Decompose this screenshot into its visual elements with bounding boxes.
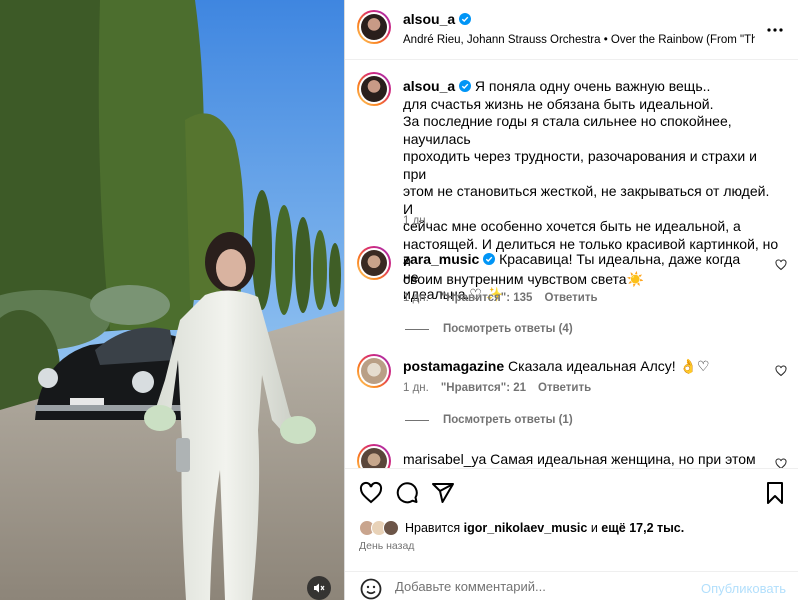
comment-avatar[interactable]	[357, 354, 391, 388]
comment-meta: 1 дн. "Нравится": 21 Ответить	[403, 382, 591, 394]
caption-line: сейчас мне особенно хочется быть не идеа…	[403, 218, 741, 234]
comment-like-icon[interactable]	[775, 365, 787, 377]
caption-line: Я поняла одну очень важную вещь..	[474, 78, 711, 94]
verified-icon	[459, 80, 472, 92]
comment-meta: 1 дн. "Нравится": 135 Ответить	[403, 292, 598, 304]
comment-username[interactable]: marisabel_ya	[403, 451, 486, 467]
caption-username[interactable]: alsou_a	[403, 78, 455, 94]
post-photo	[0, 0, 344, 600]
caption-meta: 1 дн.	[403, 215, 429, 227]
post-header: alsou_a André Rieu, Johann Strauss Orche…	[345, 0, 798, 60]
view-replies-button[interactable]: Посмотреть ответы (4)	[405, 323, 573, 335]
avatar[interactable]	[357, 10, 391, 44]
heart-icon[interactable]	[359, 481, 383, 505]
comment-time[interactable]: 1 дн.	[403, 292, 429, 304]
comment-username[interactable]: zara_music	[403, 251, 479, 267]
comment-time[interactable]: 1 дн.	[403, 382, 429, 394]
replies-divider	[405, 419, 429, 421]
reply-button[interactable]: Ответить	[538, 382, 591, 394]
verified-icon	[459, 13, 472, 25]
comment-like-icon[interactable]	[775, 259, 787, 271]
music-attribution[interactable]: André Rieu, Johann Strauss Orchestra • O…	[403, 34, 755, 46]
caption-line: для счастья жизнь не обязана быть идеаль…	[403, 95, 714, 112]
likes-prefix: Нравится	[405, 521, 461, 535]
likes-summary[interactable]: Нравится igor_nikolaev_music и ещё 17,2 …	[359, 516, 684, 540]
comment-avatar[interactable]	[357, 444, 391, 468]
post-media[interactable]	[0, 0, 344, 600]
caption-line: проходить через трудности, разочарования…	[403, 148, 757, 182]
comment-likes[interactable]: "Нравится": 21	[441, 382, 526, 394]
comment-likes[interactable]: "Нравится": 135	[441, 292, 533, 304]
view-replies-label[interactable]: Посмотреть ответы (4)	[443, 323, 573, 335]
comment-body: Сказала идеальная Алсу! 👌♡	[508, 358, 710, 374]
more-options-button[interactable]	[763, 20, 787, 40]
post-comment-button[interactable]: Опубликовать	[701, 581, 786, 596]
action-bar	[345, 468, 798, 516]
post-panel: alsou_a André Rieu, Johann Strauss Orche…	[344, 0, 798, 600]
emoji-icon[interactable]	[359, 577, 383, 600]
add-comment-bar: Опубликовать	[345, 571, 798, 600]
post-date[interactable]: День назад	[359, 540, 414, 552]
comment-username[interactable]: postamagazine	[403, 358, 504, 374]
bookmark-icon[interactable]	[763, 481, 787, 505]
mute-icon	[314, 583, 325, 593]
comment-text: postamagazine Сказала идеальная Алсу! 👌♡	[403, 358, 763, 376]
replies-divider	[405, 328, 429, 330]
liker-avatar	[383, 520, 399, 536]
caption-line: этом не становиться жесткой, не закрыват…	[403, 183, 770, 217]
caption-time[interactable]: 1 дн.	[403, 215, 429, 227]
view-replies-label[interactable]: Посмотреть ответы (1)	[443, 414, 573, 426]
comment-avatar[interactable]	[357, 246, 391, 280]
post-author-username[interactable]: alsou_a	[403, 11, 455, 27]
more-icon	[767, 28, 783, 32]
caption-avatar[interactable]	[357, 72, 391, 106]
liker-avatars	[359, 520, 399, 536]
caption-line: За последние годы я стала сильнее но спо…	[403, 113, 732, 147]
comment-icon[interactable]	[395, 481, 419, 505]
comment-input[interactable]	[395, 579, 695, 594]
mute-button[interactable]	[307, 576, 331, 600]
post-author[interactable]: alsou_a	[403, 11, 472, 27]
share-icon[interactable]	[431, 481, 455, 505]
comment-text: marisabel_ya Самая идеальная женщина, но…	[403, 451, 763, 468]
likes-user[interactable]: igor_nikolaev_music	[464, 521, 588, 535]
comment-like-icon[interactable]	[775, 458, 787, 468]
reply-button[interactable]: Ответить	[544, 292, 597, 304]
view-replies-button[interactable]: Посмотреть ответы (1)	[405, 414, 573, 426]
likes-others[interactable]: ещё 17,2 тыс.	[601, 521, 684, 535]
verified-icon	[483, 253, 496, 265]
comments-section[interactable]: alsou_a Я поняла одну очень важную вещь.…	[345, 60, 798, 468]
likes-middle: и	[590, 521, 598, 535]
